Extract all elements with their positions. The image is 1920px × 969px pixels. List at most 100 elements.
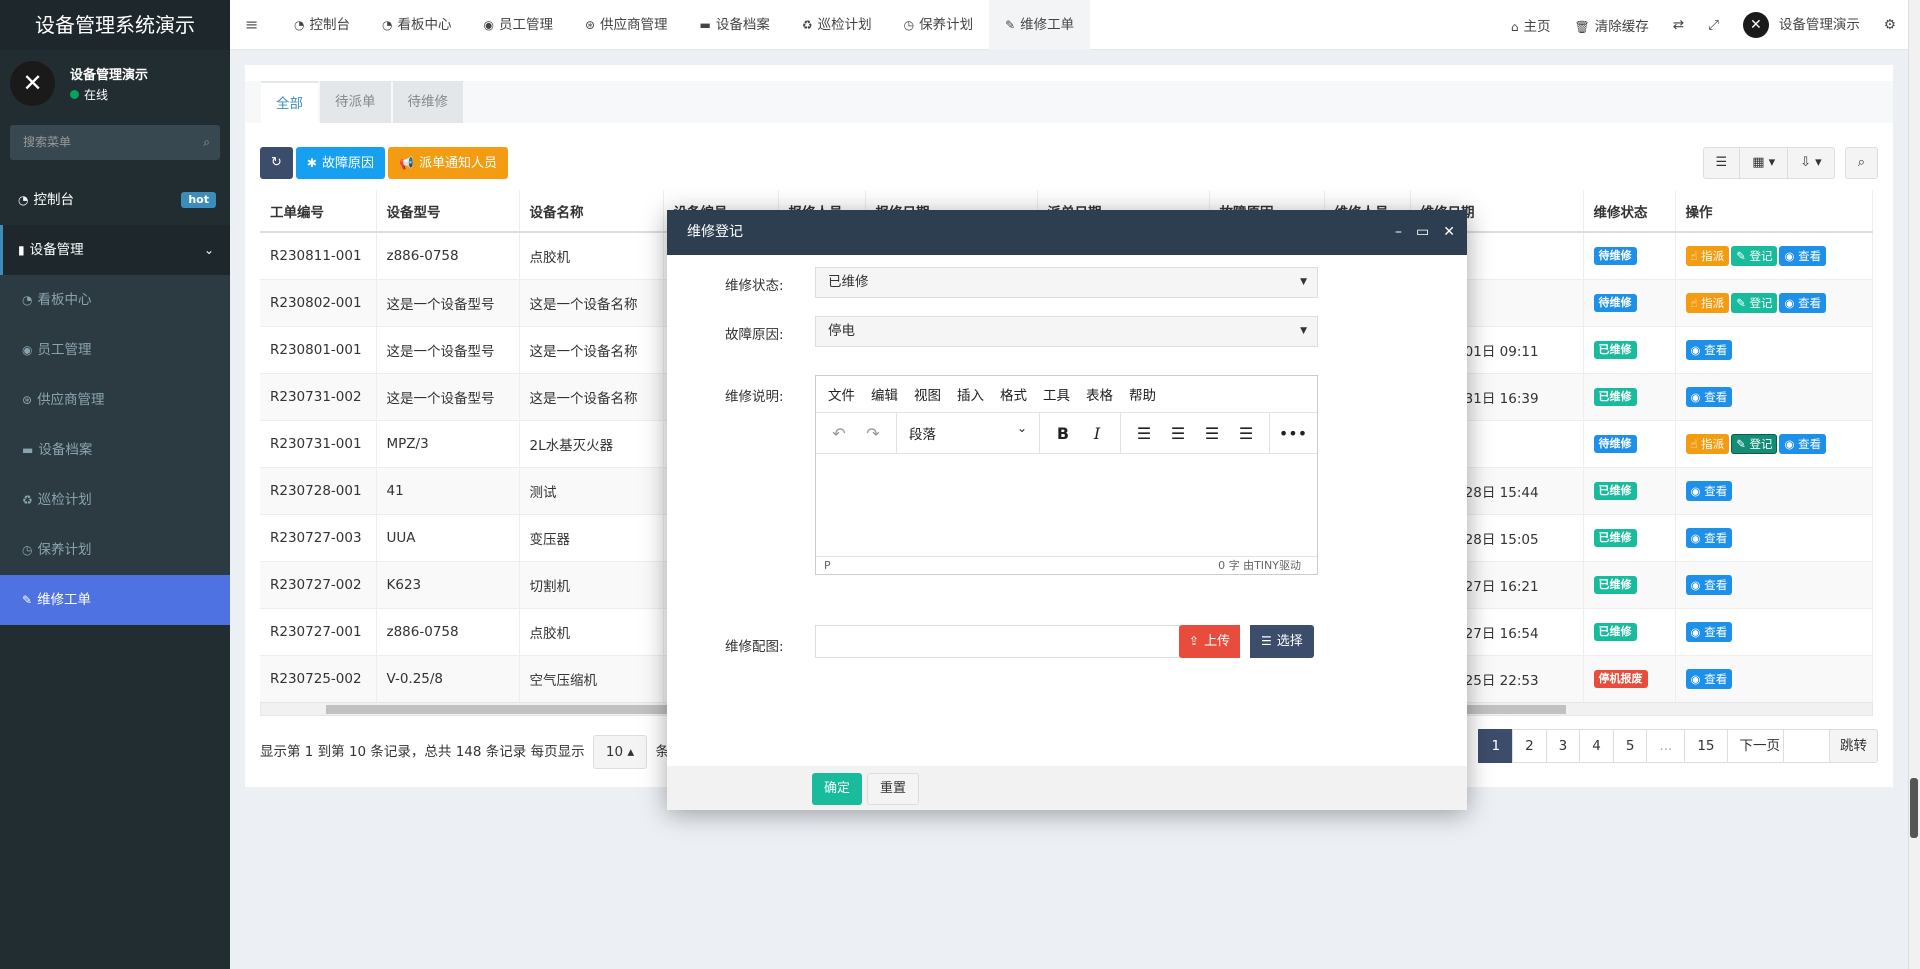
brand-title[interactable]: 设备管理系统演示	[0, 0, 230, 50]
assign-button[interactable]: ☝ 指派	[1685, 292, 1730, 313]
tab-pending-dispatch[interactable]: 待派单	[320, 81, 391, 123]
sidebar-item-device-management[interactable]: ▮ 设备管理 ⌄	[0, 225, 230, 275]
tab-employees[interactable]: ◉ 员工管理	[467, 0, 568, 50]
editor-menu-view[interactable]: 视图	[914, 384, 941, 404]
columns-button[interactable]: ▦ ▾	[1739, 147, 1789, 179]
page-scrollbar[interactable]	[1908, 0, 1920, 969]
align-justify-icon[interactable]: ☰	[1229, 424, 1263, 443]
editor-menu-insert[interactable]: 插入	[957, 384, 984, 404]
editor-menu-table[interactable]: 表格	[1086, 384, 1113, 404]
tab-suppliers[interactable]: ⊛ 供应商管理	[569, 0, 684, 50]
register-button[interactable]: ✎ 登记	[1731, 245, 1778, 266]
assign-button[interactable]: ☝ 指派	[1685, 245, 1730, 266]
view-button[interactable]: ◉ 查看	[1685, 668, 1733, 689]
align-left-icon[interactable]: ☰	[1127, 424, 1161, 443]
choose-button[interactable]: ☰ 选择	[1250, 625, 1314, 658]
sidebar-item-maintenance-plan[interactable]: ◷ 保养计划	[0, 525, 230, 575]
view-button[interactable]: ◉ 查看	[1685, 527, 1733, 548]
repair-status-select[interactable]: 已维修 ▼	[815, 267, 1318, 298]
settings-icon[interactable]: ⚙	[1872, 17, 1908, 33]
fault-reason-button[interactable]: ✱ 故障原因	[295, 147, 385, 179]
assign-button[interactable]: ☝ 指派	[1685, 433, 1730, 454]
tab-inspection-plan[interactable]: ♻ 巡检计划	[786, 0, 888, 50]
page-link[interactable]: 3	[1545, 729, 1581, 763]
bold-icon[interactable]: B	[1046, 424, 1080, 443]
page-scrollbar-thumb[interactable]	[1910, 778, 1918, 838]
reset-button[interactable]: 重置	[867, 773, 920, 805]
tab-device-archive[interactable]: ▬ 设备档案	[684, 0, 786, 50]
fault-reason-select[interactable]: 停电 ▼	[815, 316, 1318, 347]
col-header[interactable]: 维修状态	[1583, 190, 1676, 233]
align-center-icon[interactable]: ☰	[1161, 424, 1195, 443]
sidebar-item-board-center[interactable]: ◔ 看板中心	[0, 275, 230, 325]
redo-icon[interactable]: ↷	[856, 424, 890, 443]
caret-down-icon: ▼	[1300, 326, 1307, 336]
home-link[interactable]: ⌂ 主页	[1499, 15, 1563, 35]
editor-menu-edit[interactable]: 编辑	[871, 384, 898, 404]
view-button[interactable]: ◉ 查看	[1779, 292, 1827, 313]
align-right-icon[interactable]: ☰	[1195, 424, 1229, 443]
menu-toggle-icon[interactable]: ≡	[245, 0, 258, 50]
page-link[interactable]: 1	[1478, 729, 1514, 763]
upload-button[interactable]: ⇪ 上传	[1179, 625, 1241, 658]
undo-icon[interactable]: ↶	[822, 424, 856, 443]
page-link[interactable]: 4	[1579, 729, 1614, 763]
editor-content-area[interactable]	[816, 454, 1317, 556]
maximize-icon[interactable]: ▭	[1416, 210, 1429, 255]
editor-menu-tools[interactable]: 工具	[1043, 384, 1070, 404]
page-link[interactable]: 15	[1684, 729, 1728, 763]
sidebar-item-inspection-plan[interactable]: ♻ 巡检计划	[0, 475, 230, 525]
sidebar-item-repair-orders[interactable]: ✎ 维修工单	[0, 575, 230, 625]
view-button[interactable]: ◉ 查看	[1779, 245, 1827, 266]
col-header[interactable]: 工单编号	[260, 190, 377, 233]
page-link[interactable]: 2	[1512, 729, 1547, 763]
confirm-button[interactable]: 确定	[812, 773, 863, 805]
search-icon[interactable]: ⌕	[203, 125, 210, 160]
page-link[interactable]: 5	[1612, 729, 1648, 763]
view-button[interactable]: ◉ 查看	[1685, 339, 1733, 360]
clear-cache-button[interactable]: 🗑 清除缓存	[1563, 15, 1661, 35]
italic-icon[interactable]: I	[1080, 424, 1114, 443]
page-jump-button[interactable]: 跳转	[1829, 729, 1878, 763]
language-icon[interactable]: ⇄	[1661, 17, 1696, 33]
view-button[interactable]: ◉ 查看	[1779, 433, 1827, 454]
user-menu[interactable]: ✕ 设备管理演示	[1731, 12, 1872, 38]
close-icon[interactable]: ✕	[1443, 210, 1455, 255]
view-button[interactable]: ◉ 查看	[1685, 574, 1733, 595]
tab-maintenance-plan[interactable]: ◷ 保养计划	[888, 0, 989, 50]
menu-search-input[interactable]: 搜索菜单 ⌕	[10, 125, 220, 160]
cell-order-no: R230811-001	[260, 232, 377, 280]
page-size-select[interactable]: 10 ▴	[592, 735, 648, 769]
tab-repair-orders[interactable]: ✎ 维修工单	[989, 0, 1091, 50]
refresh-button[interactable]: ↻	[260, 147, 293, 179]
tab-pending-repair[interactable]: 待维修	[392, 81, 463, 123]
fullscreen-icon[interactable]: ⤢	[1696, 17, 1731, 33]
register-button[interactable]: ✎ 登记	[1731, 433, 1778, 454]
tab-all[interactable]: 全部	[261, 81, 318, 123]
minimize-icon[interactable]: –	[1395, 210, 1402, 255]
sidebar-item-suppliers[interactable]: ⊛ 供应商管理	[0, 375, 230, 425]
view-button[interactable]: ◉ 查看	[1685, 480, 1733, 501]
block-format-select[interactable]: 段落 ⌄	[903, 421, 1033, 443]
sidebar-item-device-archive[interactable]: ▬ 设备档案	[0, 425, 230, 475]
view-button[interactable]: ◉ 查看	[1685, 621, 1733, 642]
col-header[interactable]: 设备型号	[376, 190, 520, 233]
history-group: ↶ ↷	[816, 412, 897, 454]
more-icon[interactable]: •••	[1276, 424, 1310, 443]
col-header[interactable]: 设备名称	[519, 190, 664, 233]
tab-dashboard[interactable]: ◔ 控制台	[278, 0, 366, 50]
editor-menu-help[interactable]: 帮助	[1129, 384, 1156, 404]
editor-menu-file[interactable]: 文件	[828, 384, 855, 404]
view-button[interactable]: ◉ 查看	[1685, 386, 1733, 407]
repair-images-input[interactable]	[815, 625, 1180, 658]
page-jump-input[interactable]	[1783, 729, 1831, 763]
sidebar-item-employees[interactable]: ◉ 员工管理	[0, 325, 230, 375]
notify-button[interactable]: 📢 派单通知人员	[387, 147, 508, 179]
sidebar-item-dashboard[interactable]: ◔ 控制台 hot	[0, 175, 230, 225]
editor-menu-format[interactable]: 格式	[1000, 384, 1027, 404]
export-button[interactable]: ⇩ ▾	[1787, 147, 1835, 179]
search-button[interactable]: ⌕	[1844, 147, 1878, 179]
tab-board-center[interactable]: ◔ 看板中心	[366, 0, 467, 50]
card-view-button[interactable]: ☰	[1702, 147, 1741, 179]
register-button[interactable]: ✎ 登记	[1731, 292, 1778, 313]
